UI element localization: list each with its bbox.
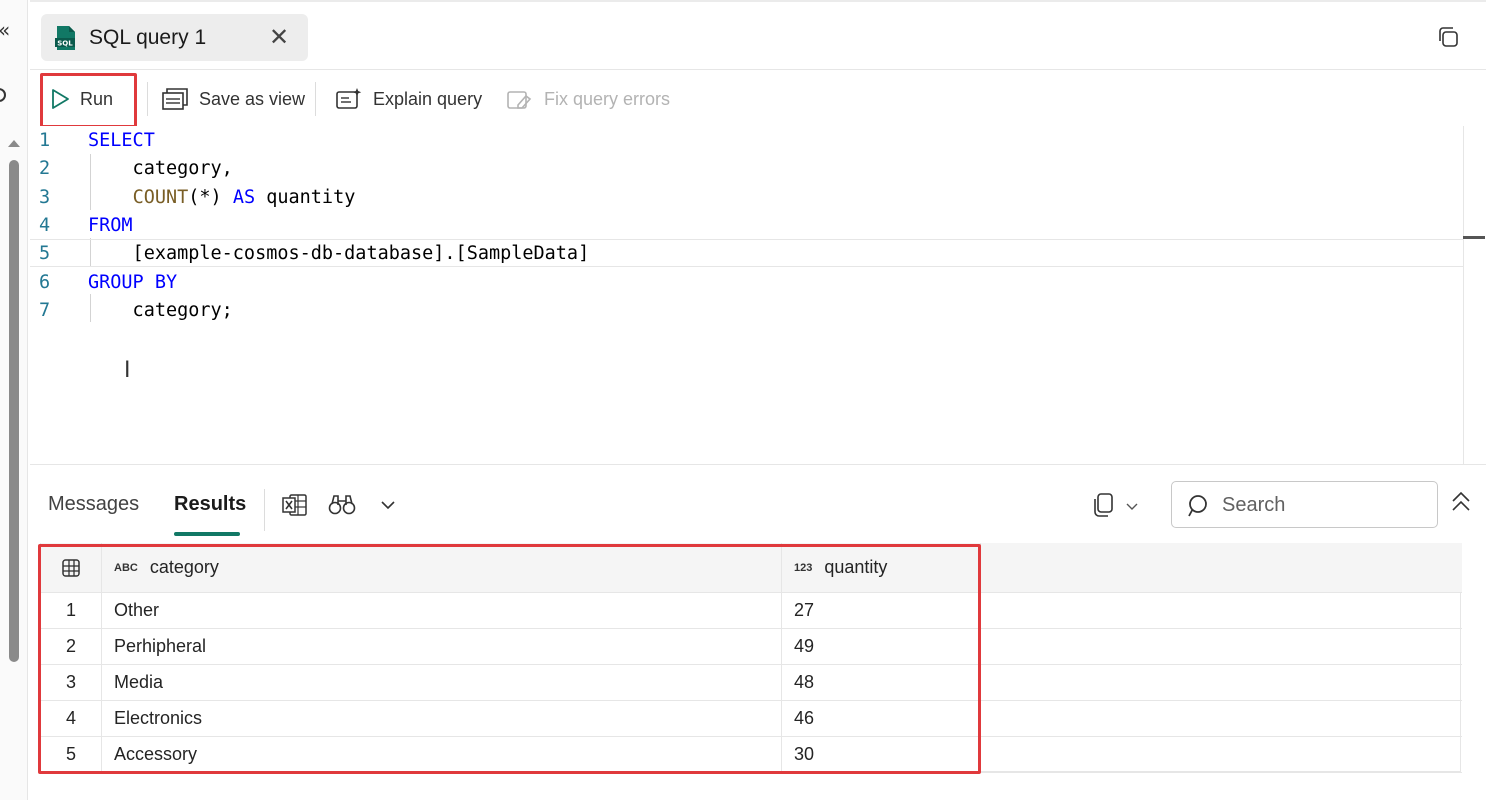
toolbar-divider — [147, 82, 148, 116]
chevron-down-icon[interactable] — [1126, 502, 1138, 511]
sql-keyword: FROM — [88, 214, 133, 236]
text-type-icon: ABC — [114, 561, 138, 574]
sql-text: category; — [88, 299, 233, 321]
sql-text: [example-cosmos-db-database].[SampleData… — [88, 242, 590, 264]
quantity-cell[interactable]: 27 — [781, 593, 981, 628]
excel-export-icon[interactable] — [282, 493, 308, 517]
save-as-view-label: Save as view — [199, 88, 306, 109]
query-toolbar: Run Save as view Explain query Fix query… — [30, 72, 1486, 128]
category-cell[interactable]: Perhipheral — [101, 629, 781, 664]
line-number: 4 — [39, 214, 51, 236]
sql-keyword: SELECT — [88, 129, 155, 151]
tab-sql-query-1[interactable]: SQL SQL query 1 ✕ — [41, 14, 308, 61]
run-button-highlight — [40, 73, 137, 128]
sql-code-editor[interactable]: I 1 SELECT 2 category, 3 COUNT (*) AS quanti… — [30, 126, 1484, 464]
line-number: 1 — [39, 129, 51, 151]
copy-icon[interactable] — [1092, 492, 1114, 518]
sql-text: category, — [88, 157, 233, 179]
sql-text: (*) — [188, 186, 233, 208]
row-index: 1 — [65, 600, 76, 620]
column-label: category — [149, 557, 219, 577]
tab-title: SQL query 1 — [89, 26, 207, 49]
explain-sparkle-icon — [336, 88, 362, 109]
table-row[interactable]: 1 Other 27 — [41, 593, 1462, 629]
sql-function: COUNT — [132, 186, 189, 208]
tab-messages[interactable]: Messages — [48, 493, 139, 516]
double-chevron-up-icon[interactable] — [1450, 491, 1472, 513]
table-row[interactable]: 5 Accessory 30 — [41, 737, 1462, 773]
select-all-cell[interactable] — [41, 543, 101, 592]
code-line[interactable]: 5 [example-cosmos-db-database].[SampleDa… — [30, 239, 1484, 267]
double-chevron-left-icon[interactable]: « — [0, 18, 10, 42]
search-input[interactable] — [1222, 492, 1422, 518]
sql-keyword: AS — [232, 186, 256, 208]
chevron-down-icon[interactable] — [380, 499, 396, 511]
number-type-icon: 123 — [794, 561, 813, 574]
editor-scrollbar[interactable] — [1463, 126, 1486, 464]
tab-results[interactable]: Results — [174, 493, 246, 516]
line-number: 6 — [39, 271, 51, 293]
save-as-view-button[interactable]: Save as view — [161, 82, 305, 116]
results-panel: Messages Results Search ABC category 123… — [30, 464, 1486, 800]
fix-query-errors-label: Fix query errors — [544, 88, 671, 109]
active-tab-indicator — [174, 532, 240, 536]
fix-query-errors-button[interactable]: Fix query errors — [506, 82, 670, 116]
column-label: quantity — [824, 557, 888, 577]
document-tab-bar: SQL SQL query 1 ✕ — [30, 0, 1486, 70]
quantity-cell[interactable]: 46 — [781, 701, 981, 736]
text-cursor-icon: I — [124, 358, 131, 383]
quantity-cell[interactable]: 30 — [781, 737, 981, 772]
category-cell[interactable]: Media — [101, 665, 781, 700]
category-cell[interactable]: Electronics — [101, 701, 781, 736]
code-line[interactable]: 7 category; — [30, 296, 1463, 324]
binoculars-icon[interactable] — [328, 493, 356, 517]
code-line[interactable]: 6 GROUP BY — [30, 268, 1463, 296]
copy-window-icon[interactable] — [1437, 26, 1459, 48]
table-row[interactable]: 4 Electronics 46 — [41, 701, 1462, 737]
code-line[interactable]: 1 SELECT — [30, 126, 1463, 154]
row-index: 3 — [65, 672, 76, 692]
table-row[interactable]: 3 Media 48 — [41, 665, 1462, 701]
line-number: 2 — [39, 157, 51, 179]
code-line[interactable]: 3 COUNT (*) AS quantity — [30, 183, 1463, 211]
save-view-icon — [162, 88, 188, 110]
row-index: 5 — [65, 744, 76, 764]
table-icon — [62, 558, 80, 577]
quantity-cell[interactable]: 49 — [781, 629, 981, 664]
sql-file-icon: SQL — [55, 26, 75, 50]
search-icon — [1188, 495, 1207, 517]
editor-scroll-position-marker — [1463, 236, 1485, 239]
line-number: 7 — [39, 299, 51, 321]
results-search-box[interactable] — [1171, 481, 1438, 528]
explain-query-label: Explain query — [373, 88, 483, 109]
grid-header-row: ABC category 123 quantity — [41, 543, 1462, 593]
category-cell[interactable]: Other — [101, 593, 781, 628]
code-line[interactable]: 2 category, — [30, 154, 1463, 182]
scroll-up-arrow-icon[interactable] — [8, 140, 20, 147]
row-index: 2 — [65, 636, 76, 656]
code-line[interactable]: 4 FROM — [30, 211, 1463, 239]
line-number: 3 — [39, 186, 51, 208]
category-cell[interactable]: Accessory — [101, 737, 781, 772]
column-header-category[interactable]: ABC category — [101, 543, 781, 592]
results-grid: ABC category 123 quantity 1 Other 27 2 P… — [40, 543, 1462, 773]
sql-text: quantity — [255, 186, 356, 208]
sql-keyword: GROUP BY — [88, 271, 178, 293]
explain-query-button[interactable]: Explain query — [335, 82, 482, 116]
left-rail: « — [0, 0, 28, 800]
close-icon[interactable]: ✕ — [269, 23, 289, 51]
svg-text:SQL: SQL — [57, 40, 73, 48]
fix-errors-icon — [507, 91, 532, 109]
line-number: 5 — [39, 242, 51, 264]
search-icon[interactable] — [0, 88, 6, 102]
table-row[interactable]: 2 Perhipheral 49 — [41, 629, 1462, 665]
quantity-cell[interactable]: 48 — [781, 665, 981, 700]
vertical-scrollbar-thumb[interactable] — [9, 160, 19, 662]
column-header-quantity[interactable]: 123 quantity — [781, 543, 981, 592]
row-index: 4 — [65, 708, 76, 728]
results-divider — [264, 489, 265, 531]
toolbar-divider — [315, 82, 316, 116]
